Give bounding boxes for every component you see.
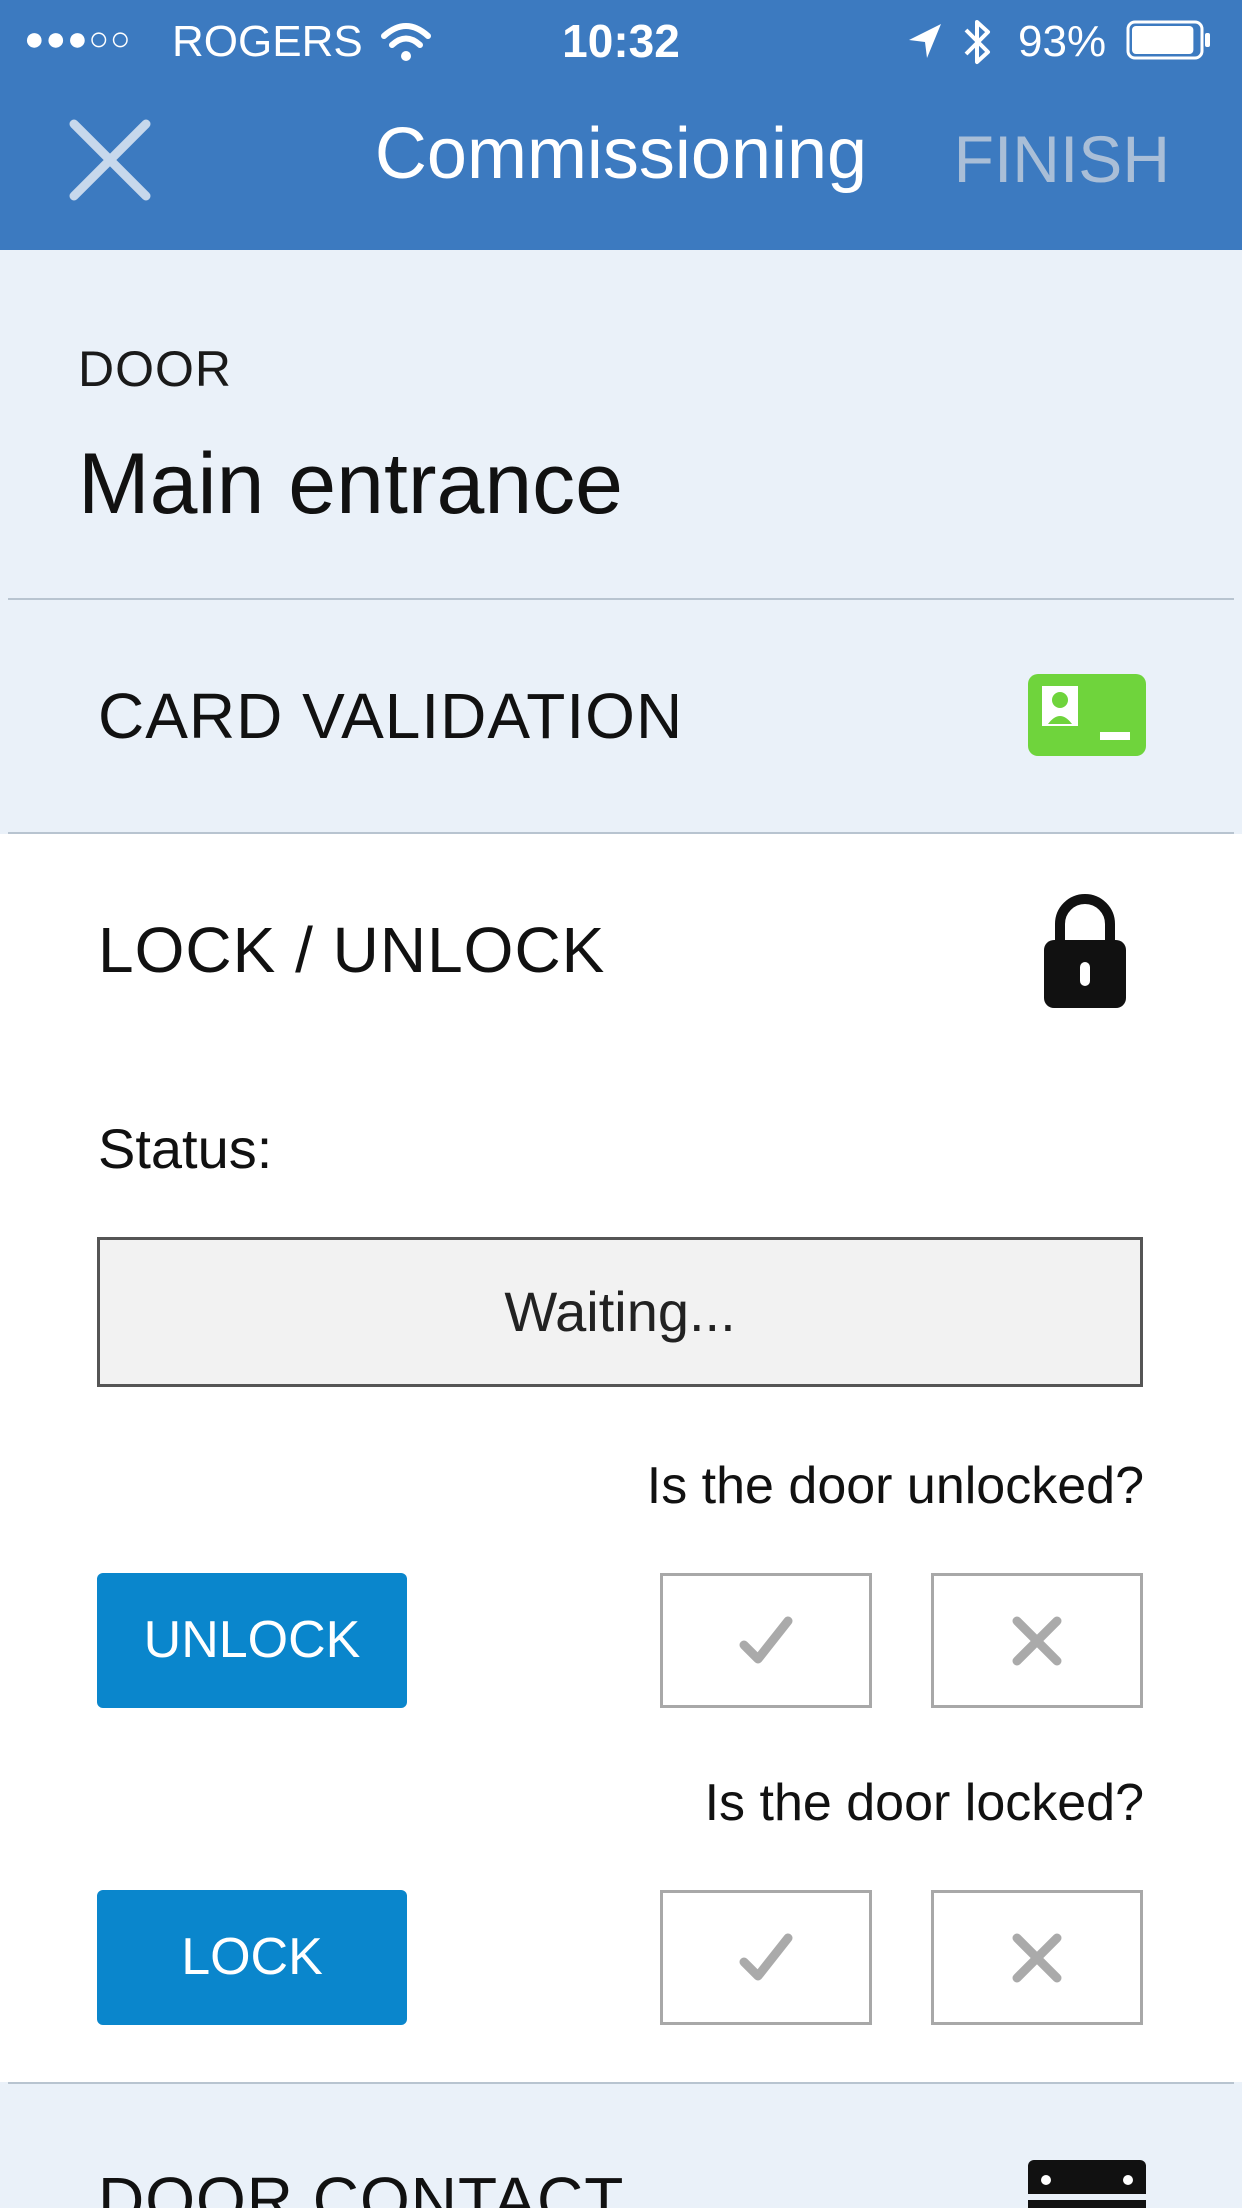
door-info-section: DOOR Main entrance — [0, 250, 1242, 598]
location-arrow-icon — [905, 20, 945, 67]
top-bar: ●●●○○ ROGERS 10:32 93% Commissioning FIN… — [0, 0, 1242, 250]
unlock-confirm-yes-button[interactable] — [660, 1573, 872, 1708]
finish-button[interactable]: FINISH — [954, 126, 1170, 192]
unlock-confirm-no-button[interactable] — [931, 1573, 1143, 1708]
battery-icon — [1126, 20, 1212, 60]
bluetooth-icon — [960, 16, 994, 73]
door-name: Main entrance — [78, 436, 623, 532]
door-contact-icon — [1028, 2160, 1146, 2208]
lock-confirm-yes-button[interactable] — [660, 1890, 872, 2025]
door-contact-title: DOOR CONTACT — [98, 2164, 625, 2208]
lock-question: Is the door locked? — [704, 1774, 1144, 1832]
battery-percent: 93% — [1018, 17, 1107, 66]
x-icon — [1012, 1933, 1062, 1982]
card-validation-title: CARD VALIDATION — [98, 680, 684, 752]
check-icon — [739, 1616, 793, 1663]
status-label: Status: — [98, 1117, 273, 1180]
door-contact-section[interactable]: DOOR CONTACT — [0, 2084, 1242, 2208]
id-card-icon — [1028, 674, 1146, 756]
unlock-question: Is the door unlocked? — [646, 1457, 1144, 1515]
check-icon — [739, 1933, 793, 1980]
x-icon — [1012, 1616, 1062, 1665]
padlock-icon — [1042, 890, 1128, 1010]
lock-unlock-title: LOCK / UNLOCK — [98, 914, 606, 986]
door-label: DOOR — [78, 341, 232, 397]
lock-unlock-section: LOCK / UNLOCK Status: Waiting... Is the … — [0, 834, 1242, 2082]
lock-button[interactable]: LOCK — [97, 1890, 407, 2025]
card-validation-section[interactable]: CARD VALIDATION — [0, 600, 1242, 832]
unlock-button[interactable]: UNLOCK — [97, 1573, 407, 1708]
status-value: Waiting... — [97, 1237, 1143, 1387]
lock-confirm-no-button[interactable] — [931, 1890, 1143, 2025]
